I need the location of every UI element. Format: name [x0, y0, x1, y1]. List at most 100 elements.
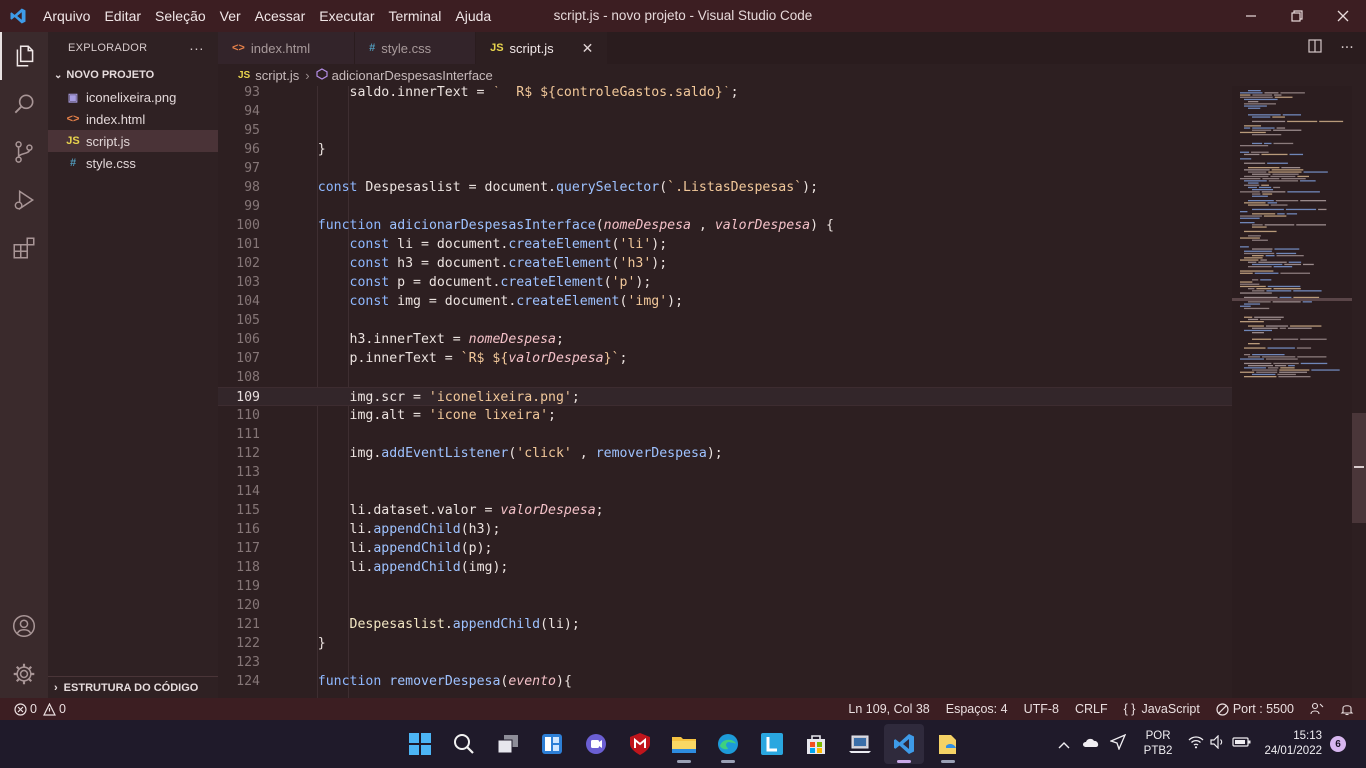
code-line[interactable]: 103 const p = document.createElement('p'…: [218, 273, 1232, 292]
code-line[interactable]: 104 const img = document.createElement('…: [218, 292, 1232, 311]
code-line[interactable]: 108: [218, 368, 1232, 387]
restore-button[interactable]: [1274, 0, 1320, 32]
code-line[interactable]: 106 h3.innerText = nomeDespesa;: [218, 330, 1232, 349]
split-editor-button[interactable]: [1302, 39, 1328, 57]
file-explorer-app[interactable]: [664, 724, 704, 764]
breadcrumb-symbol[interactable]: adicionarDespesasInterface: [332, 68, 493, 83]
indentation-setting[interactable]: Espaços: 4: [938, 698, 1016, 720]
code-line[interactable]: 95: [218, 121, 1232, 140]
outline-section-header[interactable]: › ESTRUTURA DO CÓDIGO: [48, 676, 218, 698]
editor-tab[interactable]: <> index.html: [218, 32, 356, 64]
code-line[interactable]: 99: [218, 197, 1232, 216]
cursor-position[interactable]: Ln 109, Col 38: [840, 698, 937, 720]
send-arrow-icon[interactable]: [1108, 733, 1126, 755]
project-folder-header[interactable]: ⌄ NOVO PROJETO: [48, 64, 218, 86]
file-tree-item[interactable]: <> index.html: [48, 108, 218, 130]
vertical-scrollbar[interactable]: [1352, 86, 1366, 698]
menu-acessar[interactable]: Acessar: [248, 0, 313, 32]
input-language-indicator[interactable]: POR PTB2: [1144, 729, 1173, 759]
code-line[interactable]: 123: [218, 653, 1232, 672]
editor-tab[interactable]: # style.css: [355, 32, 477, 64]
taskbar-search-button[interactable]: [444, 724, 484, 764]
code-line[interactable]: 117 li.appendChild(p);: [218, 539, 1232, 558]
task-view-button[interactable]: [488, 724, 528, 764]
code-line[interactable]: 121 Despesaslist.appendChild(li);: [218, 615, 1232, 634]
code-line[interactable]: 119: [218, 577, 1232, 596]
scrollbar-thumb[interactable]: [1352, 413, 1366, 523]
battery-icon[interactable]: [1232, 735, 1252, 753]
code-line[interactable]: 109 img.scr = 'iconelixeira.png';: [218, 387, 1232, 406]
volume-icon[interactable]: [1210, 734, 1226, 754]
code-line[interactable]: 115 li.dataset.valor = valorDespesa;: [218, 501, 1232, 520]
onedrive-cloud-icon[interactable]: [1082, 735, 1100, 753]
computer-app[interactable]: [840, 724, 880, 764]
vscode-taskbar-app[interactable]: [884, 724, 924, 764]
manage-activity-button[interactable]: [0, 650, 48, 698]
minimize-button[interactable]: [1228, 0, 1274, 32]
search-activity-button[interactable]: [0, 80, 48, 128]
menu-ajuda[interactable]: Ajuda: [448, 0, 498, 32]
live-server-port[interactable]: Port : 5500: [1208, 698, 1302, 720]
menu-executar[interactable]: Executar: [312, 0, 381, 32]
edge-browser-app[interactable]: [708, 724, 748, 764]
explorer-more-button[interactable]: ···: [189, 40, 204, 56]
breadcrumb-file[interactable]: script.js: [255, 68, 299, 83]
file-tree-item[interactable]: JS script.js: [48, 130, 218, 152]
encoding-setting[interactable]: UTF-8: [1016, 698, 1067, 720]
code-line[interactable]: 100 function adicionarDespesasInterface(…: [218, 216, 1232, 235]
file-tree-item[interactable]: ▣ iconelixeira.png: [48, 86, 218, 108]
clock[interactable]: 15:13 24/01/2022: [1264, 729, 1322, 759]
extensions-activity-button[interactable]: [0, 224, 48, 272]
run-debug-activity-button[interactable]: [0, 176, 48, 224]
code-line[interactable]: 122 }: [218, 634, 1232, 653]
menu-selecao[interactable]: Seleção: [148, 0, 213, 32]
code-editor[interactable]: 93 saldo.innerText = ` R$ ${controleGast…: [218, 86, 1232, 698]
code-line[interactable]: 98 const Despesaslist = document.querySe…: [218, 178, 1232, 197]
menu-ver[interactable]: Ver: [213, 0, 248, 32]
editor-tab[interactable]: JS script.js ✕: [476, 32, 609, 64]
teams-chat-button[interactable]: [576, 724, 616, 764]
code-line[interactable]: 111: [218, 425, 1232, 444]
code-line[interactable]: 112 img.addEventListener('click' , remov…: [218, 444, 1232, 463]
l-app[interactable]: [752, 724, 792, 764]
notification-badge[interactable]: 6: [1330, 736, 1346, 752]
code-line[interactable]: 105: [218, 311, 1232, 330]
menu-editar[interactable]: Editar: [97, 0, 148, 32]
source-control-activity-button[interactable]: [0, 128, 48, 176]
minimap[interactable]: [1232, 86, 1352, 698]
tab-close-icon[interactable]: ✕: [582, 40, 594, 57]
problems-indicator[interactable]: 0 0: [0, 698, 74, 720]
code-line[interactable]: 102 const h3 = document.createElement('h…: [218, 254, 1232, 273]
code-line[interactable]: 110 img.alt = 'icone lixeira';: [218, 406, 1232, 425]
language-mode[interactable]: { } JavaScript: [1116, 698, 1208, 720]
code-line[interactable]: 113: [218, 463, 1232, 482]
start-button[interactable]: [400, 724, 440, 764]
code-line[interactable]: 97: [218, 159, 1232, 178]
code-line[interactable]: 94: [218, 102, 1232, 121]
microsoft-store-app[interactable]: [796, 724, 836, 764]
widgets-button[interactable]: [532, 724, 572, 764]
live-share-button[interactable]: [1302, 698, 1332, 720]
code-line[interactable]: 116 li.appendChild(h3);: [218, 520, 1232, 539]
code-line[interactable]: 124 function removerDespesa(evento){: [218, 672, 1232, 691]
eol-setting[interactable]: CRLF: [1067, 698, 1116, 720]
mcafee-app[interactable]: [620, 724, 660, 764]
wifi-icon[interactable]: [1188, 735, 1204, 754]
code-line[interactable]: 118 li.appendChild(img);: [218, 558, 1232, 577]
documents-app[interactable]: [928, 724, 968, 764]
menu-terminal[interactable]: Terminal: [381, 0, 448, 32]
close-window-button[interactable]: [1320, 0, 1366, 32]
menu-arquivo[interactable]: Arquivo: [36, 0, 97, 32]
chevron-up-icon[interactable]: [1058, 736, 1070, 752]
notifications-button[interactable]: [1332, 698, 1366, 720]
more-actions-button[interactable]: ···: [1334, 40, 1360, 56]
code-line[interactable]: 120: [218, 596, 1232, 615]
code-line[interactable]: 96 }: [218, 140, 1232, 159]
code-line[interactable]: 107 p.innerText = `R$ ${valorDespesa}`;: [218, 349, 1232, 368]
explorer-activity-button[interactable]: [0, 32, 48, 80]
file-tree-item[interactable]: # style.css: [48, 152, 218, 174]
code-line[interactable]: 114: [218, 482, 1232, 501]
code-line[interactable]: 101 const li = document.createElement('l…: [218, 235, 1232, 254]
code-line[interactable]: 93 saldo.innerText = ` R$ ${controleGast…: [218, 86, 1232, 102]
accounts-activity-button[interactable]: [0, 602, 48, 650]
